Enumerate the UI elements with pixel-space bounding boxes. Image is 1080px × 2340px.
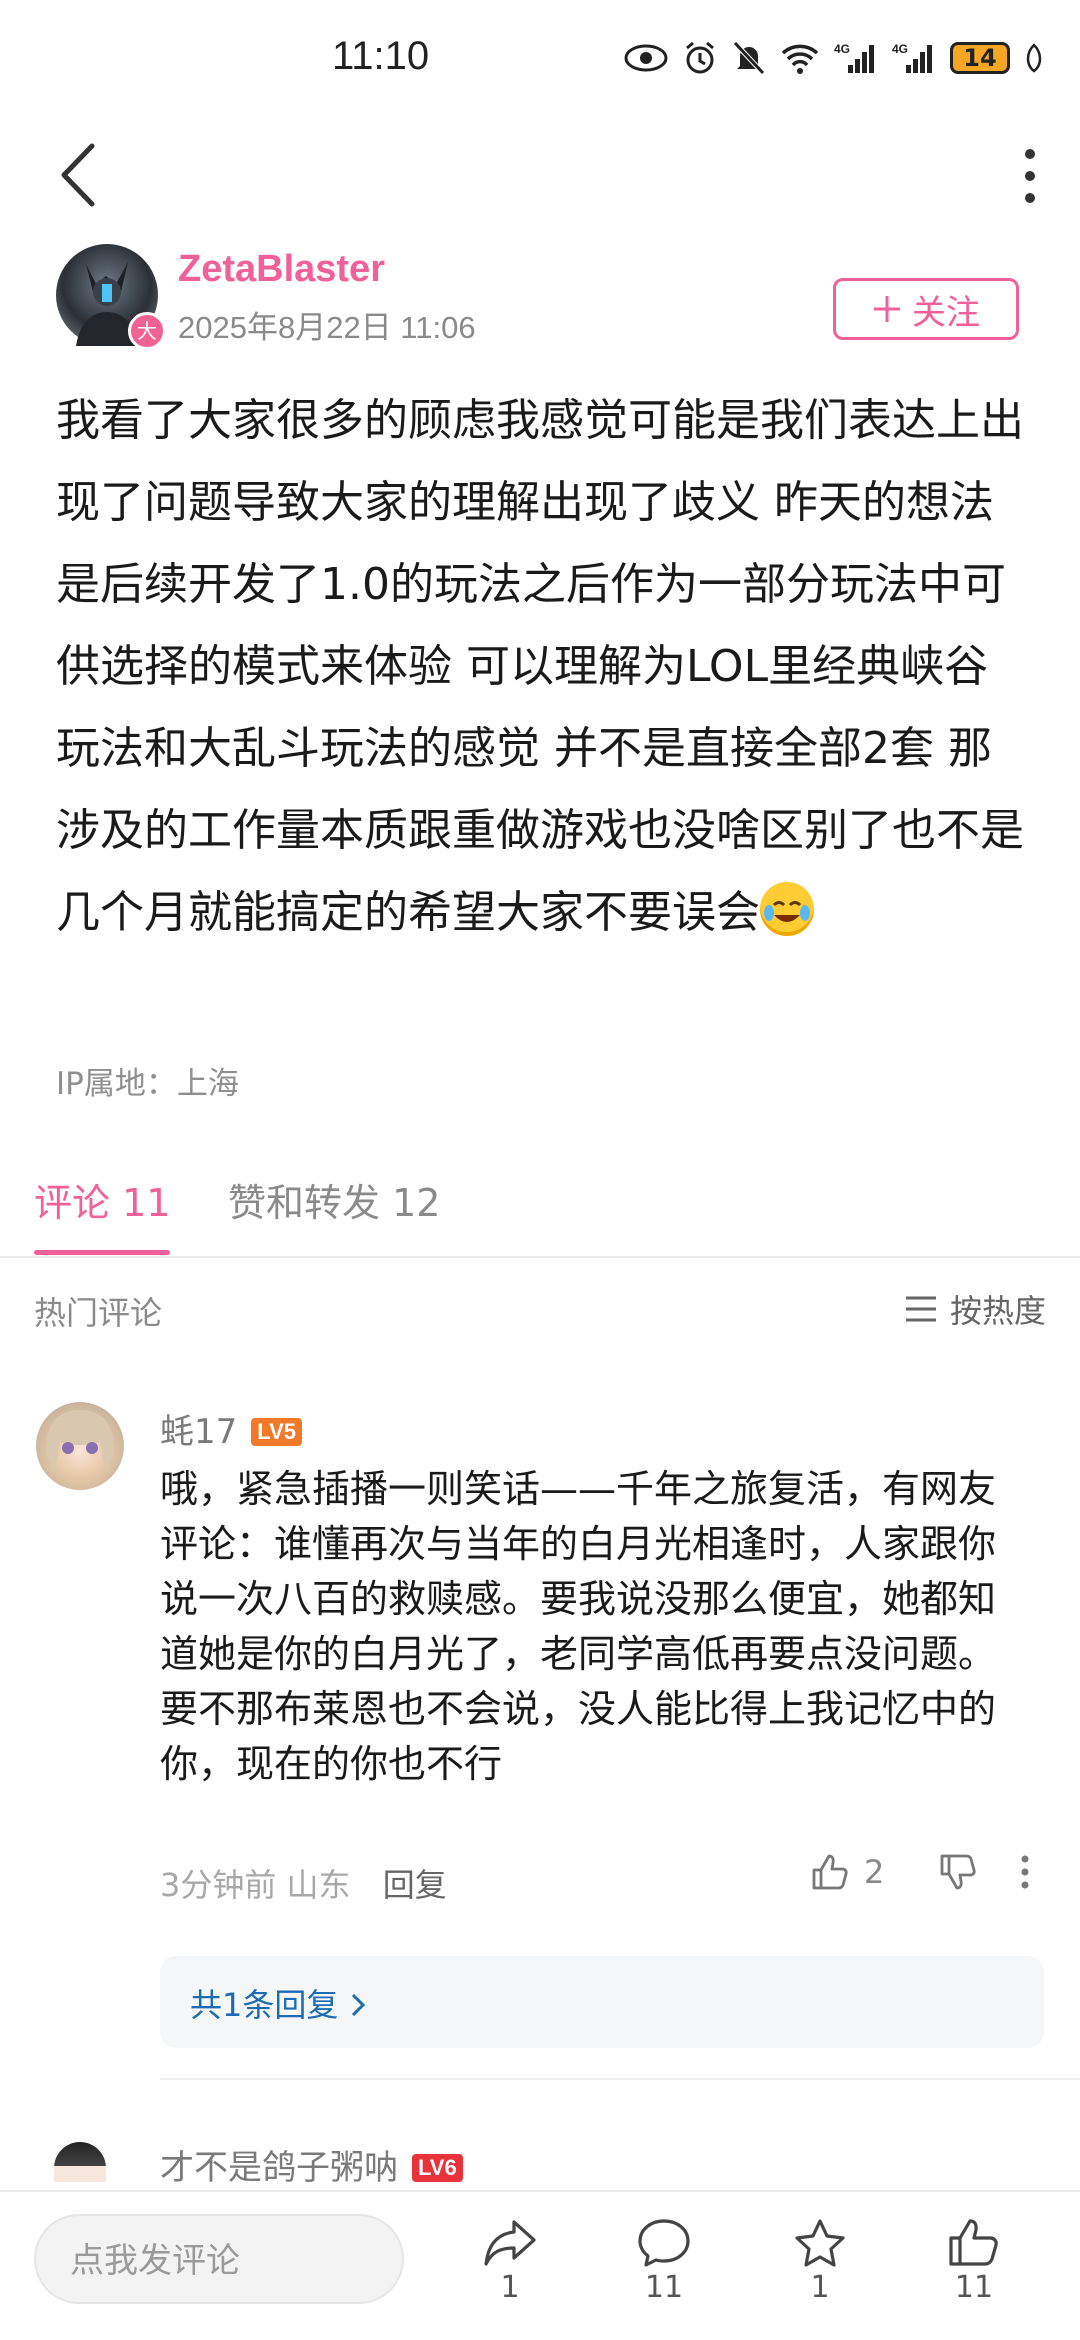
author-badge: 大	[128, 312, 166, 350]
tab-likes-shares[interactable]: 赞和转发 12	[228, 1172, 440, 1227]
commenter-username: 蚝17	[160, 1412, 238, 1452]
post-text: 我看了大家很多的顾虑我感觉可能是我们表达上出现了问题导致大家的理解出现了歧义 昨…	[56, 395, 1024, 938]
more-options-icon[interactable]	[1020, 148, 1040, 204]
status-icons: 4G 4G 14	[624, 38, 1044, 78]
comment-text: 哦，紧急插播一则笑话——千年之旅复活，有网友评论：谁懂再次与当年的白月光相逢时，…	[160, 1467, 997, 1786]
share-count: 1	[500, 2270, 520, 2305]
sort-label: 按热度	[949, 1292, 1046, 1330]
level-badge: LV5	[251, 1418, 302, 1446]
plus-icon	[874, 296, 900, 322]
chevron-right-icon	[352, 1993, 366, 2017]
replies-label: 共1条回复	[190, 1986, 339, 2024]
comment-meta: 3分钟前 山东 回复	[160, 1860, 447, 1906]
comment-input[interactable]: 点我发评论	[34, 2214, 404, 2304]
commenter-avatar[interactable]	[36, 1402, 124, 1490]
star-icon	[795, 2219, 845, 2267]
leaf-icon	[1026, 43, 1042, 73]
share-button[interactable]: 1	[460, 2218, 560, 2305]
sort-button[interactable]: 按热度	[904, 1286, 1046, 1332]
thumbs-up-icon-large	[949, 2219, 998, 2266]
view-replies-link[interactable]: 共1条回复	[190, 1980, 366, 2026]
svg-text:4G: 4G	[892, 42, 908, 56]
comment-count: 11	[644, 2270, 684, 2305]
comment-divider	[160, 2078, 1080, 2080]
tab-comments[interactable]: 评论 11	[34, 1172, 170, 1227]
comment-bubble-icon	[638, 2219, 690, 2267]
alarm-icon	[686, 41, 714, 74]
svg-text:4G: 4G	[834, 42, 850, 56]
battery-indicator: 14	[950, 42, 1010, 74]
ip-location: IP属地：上海	[56, 1066, 239, 1102]
comment-more-icon[interactable]	[1020, 1855, 1030, 1889]
comment-time: 3分钟前	[160, 1866, 277, 1904]
comment-actions: 2	[810, 1852, 1030, 1892]
list-icon	[905, 1296, 936, 1322]
like-button[interactable]: 11	[924, 2218, 1024, 2305]
eye-icon	[624, 44, 668, 72]
mute-bell-icon	[733, 41, 765, 75]
back-icon[interactable]	[54, 140, 104, 210]
wifi-icon	[781, 44, 819, 74]
status-time: 11:10	[332, 34, 430, 78]
commenter-username-2: 才不是鸽子粥呐	[160, 2148, 398, 2188]
level-badge-2: LV6	[412, 2154, 463, 2182]
like-count: 2	[864, 1853, 885, 1891]
author-name[interactable]: ZetaBlaster	[178, 248, 385, 291]
post-date: 2025年8月22日 11:06	[178, 310, 476, 345]
follow-label: 关注	[912, 292, 980, 333]
post-body: 我看了大家很多的顾虑我感觉可能是我们表达上出现了问题导致大家的理解出现了歧义 昨…	[56, 380, 1026, 954]
signal-4g-icon-2: 4G	[892, 42, 932, 73]
laughing-tears-emoji-icon	[760, 882, 814, 936]
follow-button[interactable]: 关注	[833, 278, 1019, 340]
hot-comments-title: 热门评论	[34, 1294, 163, 1332]
thumbs-up-icon[interactable]	[810, 1852, 850, 1892]
comment-location: 山东	[286, 1866, 351, 1904]
divider	[0, 1256, 1080, 1258]
commenter-avatar-2[interactable]	[54, 2142, 106, 2182]
favorite-button[interactable]: 1	[770, 2218, 870, 2305]
commenter-name-2[interactable]: 才不是鸽子粥呐 LV6	[160, 2140, 463, 2189]
thumbs-down-icon[interactable]	[938, 1852, 978, 1892]
signal-4g-icon: 4G	[834, 42, 874, 73]
comment-button[interactable]: 11	[614, 2218, 714, 2305]
share-icon	[484, 2220, 536, 2266]
active-tab-indicator	[34, 1250, 170, 1255]
favorite-count: 1	[810, 2270, 830, 2305]
like-count-total: 11	[954, 2270, 994, 2305]
commenter-name[interactable]: 蚝17 LV5	[160, 1404, 302, 1453]
reply-button[interactable]: 回复	[383, 1866, 447, 1904]
